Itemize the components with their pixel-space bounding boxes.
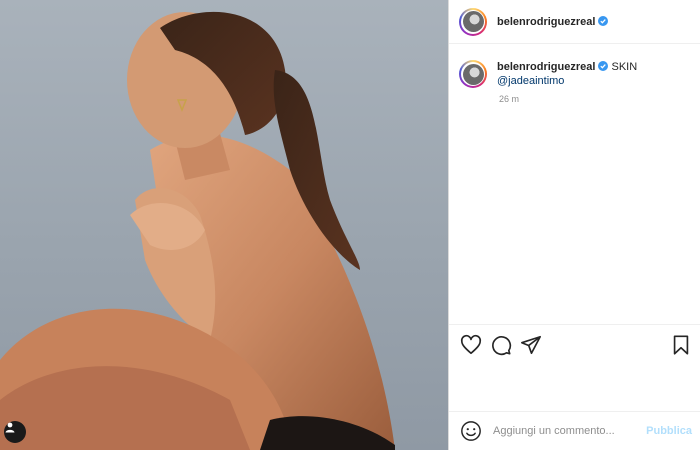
verified-badge-icon bbox=[598, 15, 609, 26]
heart-icon[interactable] bbox=[460, 334, 482, 356]
post-timestamp: 26 m bbox=[499, 94, 520, 104]
smiley-icon[interactable] bbox=[460, 420, 482, 442]
caption-row: belenrodriguezreal SKIN @jadeaintimo bbox=[449, 44, 700, 88]
paper-plane-icon[interactable] bbox=[520, 334, 542, 356]
publish-button[interactable]: Pubblica bbox=[646, 425, 692, 437]
comment-input[interactable] bbox=[491, 424, 630, 438]
bookmark-icon[interactable] bbox=[670, 334, 692, 356]
header-username[interactable]: belenrodriguezreal bbox=[497, 15, 609, 28]
verified-badge-icon bbox=[598, 61, 609, 71]
caption-body: SKIN bbox=[611, 61, 638, 73]
post-photo[interactable] bbox=[0, 0, 448, 450]
post-header: belenrodriguezreal bbox=[449, 0, 700, 44]
photo-illustration bbox=[0, 11, 395, 450]
caption-text: belenrodriguezreal SKIN @jadeaintimo bbox=[497, 60, 637, 88]
action-bar bbox=[449, 324, 700, 364]
person-tag-icon[interactable] bbox=[4, 421, 26, 443]
comment-bar: Pubblica bbox=[449, 411, 700, 450]
comment-icon[interactable] bbox=[490, 334, 512, 356]
avatar[interactable] bbox=[459, 7, 487, 36]
post-side-panel: belenrodriguezreal belenrodriguezreal SK… bbox=[448, 0, 700, 450]
caption-mention-link[interactable]: @jadeaintimo bbox=[497, 74, 637, 88]
avatar[interactable] bbox=[459, 60, 487, 88]
caption-username[interactable]: belenrodriguezreal bbox=[497, 61, 595, 73]
